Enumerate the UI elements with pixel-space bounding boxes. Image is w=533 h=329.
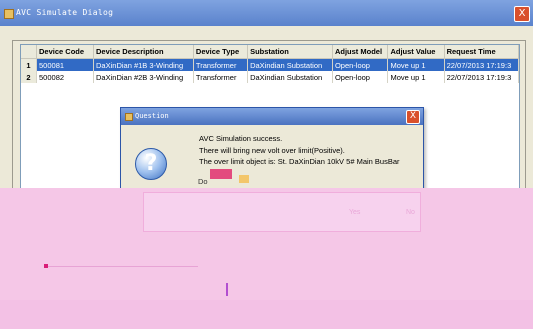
- cell-device-type[interactable]: Transformer: [193, 58, 249, 71]
- table-row[interactable]: 2 500082 DaXinDian #2B 3-Winding Transfo…: [21, 71, 519, 83]
- app-icon: [4, 9, 14, 19]
- cell-adjust-value[interactable]: Move up 1: [387, 58, 445, 71]
- no-button[interactable]: No: [406, 209, 415, 216]
- cell-request-time[interactable]: 22/07/2013 17:19:3: [444, 58, 519, 71]
- column-header-adjust-model[interactable]: Adjust Model: [332, 45, 389, 59]
- table-row[interactable]: 1 500081 DaXinDian #1B 3-Winding Transfo…: [21, 58, 519, 71]
- yellow-artifact: [239, 175, 249, 183]
- table-header-row: Device Code Device Description Device Ty…: [21, 45, 519, 59]
- column-header-request-time[interactable]: Request Time: [444, 45, 519, 59]
- column-header-rownum: [21, 45, 38, 59]
- avc-simulate-window: AVC Simulate Dialog X Device Code Device…: [0, 0, 533, 329]
- cell-adjust-model[interactable]: Open-loop: [332, 71, 389, 83]
- cell-substation[interactable]: DaXindian Substation: [247, 58, 333, 71]
- row-number: 2: [21, 71, 38, 83]
- column-header-device-type[interactable]: Device Type: [193, 45, 249, 59]
- cell-device-type[interactable]: Transformer: [193, 71, 249, 83]
- cell-device-description[interactable]: DaXinDian #1B 3-Winding: [93, 58, 194, 71]
- cell-device-code[interactable]: 500082: [36, 71, 95, 83]
- window-titlebar[interactable]: AVC Simulate Dialog X: [0, 0, 533, 26]
- row-number: 1: [21, 58, 38, 71]
- cell-adjust-model[interactable]: Open-loop: [332, 58, 389, 71]
- question-dialog-close-button[interactable]: X: [406, 110, 420, 124]
- question-dialog-title: Question: [135, 112, 169, 120]
- question-message: AVC Simulation success. There will bring…: [199, 133, 415, 168]
- dialog-button-panel: Yes No: [143, 192, 421, 232]
- red-artifact: [210, 169, 232, 179]
- message-line: The over limit object is: St. DaXinDian …: [199, 157, 400, 166]
- input-field-line[interactable]: [44, 264, 198, 268]
- window-title: AVC Simulate Dialog: [16, 8, 114, 17]
- column-header-device-description[interactable]: Device Description: [93, 45, 194, 59]
- cell-request-time[interactable]: 22/07/2013 17:19:3: [444, 71, 519, 83]
- bottom-button-bar: [0, 300, 533, 329]
- column-header-device-code[interactable]: Device Code: [36, 45, 95, 59]
- text-cursor: [226, 283, 228, 296]
- question-icon: ?: [135, 148, 167, 180]
- column-header-adjust-value[interactable]: Adjust Value: [387, 45, 445, 59]
- question-dialog-titlebar[interactable]: Question: [121, 108, 423, 125]
- cell-substation[interactable]: DaXindian Substation: [247, 71, 333, 83]
- cell-device-code[interactable]: 500081: [36, 58, 95, 71]
- message-line: AVC Simulation success.: [199, 134, 283, 143]
- yes-button[interactable]: Yes: [349, 209, 360, 216]
- app-icon: [125, 113, 133, 121]
- cell-device-description[interactable]: DaXinDian #2B 3-Winding: [93, 71, 194, 83]
- window-close-button[interactable]: X: [514, 6, 530, 22]
- column-header-substation[interactable]: Substation: [247, 45, 333, 59]
- cell-adjust-value[interactable]: Move up 1: [387, 71, 445, 83]
- message-line: Do: [198, 177, 208, 186]
- message-line: There will bring new volt over limit(Pos…: [199, 145, 345, 155]
